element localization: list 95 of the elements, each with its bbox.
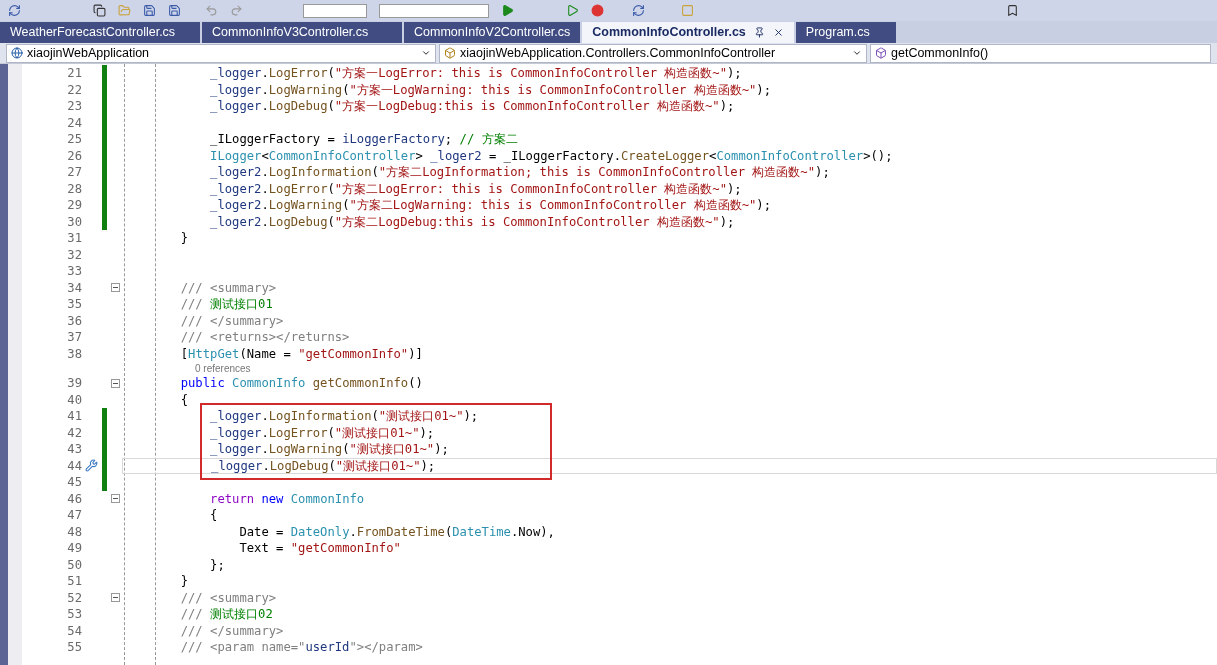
line-number: 55 bbox=[66, 639, 82, 656]
line-number: 51 bbox=[66, 573, 82, 590]
code-line: _loger2.LogError("方案二LogError: this is CommonInfoController 构造函数~"); bbox=[209, 180, 742, 197]
code-line: _ILoggerFactory = iLoggerFactory; // 方案二 bbox=[209, 131, 518, 148]
save-icon[interactable] bbox=[143, 4, 156, 17]
line-number: 27 bbox=[66, 164, 82, 181]
line-number: 35 bbox=[66, 296, 82, 313]
configuration-dropdown[interactable] bbox=[303, 3, 367, 18]
line-number: 22 bbox=[66, 81, 82, 98]
document-tab[interactable]: CommonInfoController.cs bbox=[582, 22, 794, 43]
platform-dropdown[interactable] bbox=[379, 3, 489, 18]
code-line: }; bbox=[209, 556, 225, 573]
code-line: Text = "getCommonInfo" bbox=[238, 540, 401, 557]
line-number: 52 bbox=[66, 589, 82, 606]
line-number: 38 bbox=[66, 345, 82, 362]
collapse-icon[interactable] bbox=[110, 378, 120, 388]
code-line: /// </summary> bbox=[179, 622, 284, 639]
code-line: _logger.LogDebug("测试接口01~"); bbox=[210, 457, 436, 474]
code-line: /// <summary> bbox=[179, 279, 277, 296]
line-number: 30 bbox=[66, 213, 82, 230]
bookmark-icon[interactable] bbox=[1006, 4, 1019, 17]
code-line: _logger.LogInformation("测试接口01~"); bbox=[209, 408, 479, 425]
code-line: _loger2.LogWarning("方案二LogWarning: this is CommonInfoController 构造函数~"); bbox=[209, 197, 772, 214]
code-line: _loger2.LogDebug("方案二LogDebug:this is CommonInfoController 构造函数~"); bbox=[209, 213, 735, 230]
line-number: 24 bbox=[66, 114, 82, 131]
globe-icon bbox=[11, 47, 23, 59]
code-line: _logger.LogWarning("方案一LogWarning: this is CommonInfoController 构造函数~"); bbox=[209, 81, 772, 98]
run-icon[interactable] bbox=[566, 4, 579, 17]
code-line: ILogger<CommonInfoController> _loger2 = _ILoggerFactory.CreateLogger<CommonInfoController>(); bbox=[209, 147, 893, 164]
line-number: 47 bbox=[66, 507, 82, 524]
code-line: return new CommonInfo bbox=[209, 490, 365, 507]
code-line: /// 测试接口01 bbox=[179, 296, 273, 313]
code-line: /// <returns></returns> bbox=[179, 329, 350, 346]
line-number: 36 bbox=[66, 312, 82, 329]
line-number: 45 bbox=[66, 474, 82, 491]
document-tab[interactable]: WeatherForecastController.cs bbox=[0, 22, 200, 43]
pin-icon[interactable] bbox=[753, 27, 765, 38]
line-number: 21 bbox=[66, 65, 82, 82]
code-line: _logger.LogError("测试接口01~"); bbox=[209, 424, 435, 441]
line-number: 54 bbox=[66, 622, 82, 639]
code-line: } bbox=[179, 573, 189, 590]
code-line: _loger2.LogInformation("方案二LogInformation; this is CommonInfoController 构造函数~"); bbox=[209, 164, 830, 181]
code-line: _logger.LogWarning("测试接口01~"); bbox=[209, 441, 449, 458]
play-icon[interactable] bbox=[501, 4, 514, 17]
code-line: _logger.LogDebug("方案一LogDebug:this is CommonInfoController 构造函数~"); bbox=[209, 98, 735, 115]
line-number: 25 bbox=[66, 131, 82, 148]
line-number: 37 bbox=[66, 329, 82, 346]
line-number: 23 bbox=[66, 98, 82, 115]
document-tab[interactable]: CommonInfoV2Controller.cs bbox=[404, 22, 581, 43]
stop-icon[interactable] bbox=[591, 4, 604, 17]
project-dropdown[interactable]: xiaojinWebApplication bbox=[6, 43, 436, 63]
code-line: { bbox=[209, 507, 218, 524]
method-icon bbox=[875, 47, 887, 59]
line-number: 41 bbox=[66, 408, 82, 425]
code-line: /// <summary> bbox=[179, 589, 277, 606]
code-line: /// 测试接口02 bbox=[179, 606, 273, 623]
line-number: 44 bbox=[66, 457, 82, 474]
code-line: _logger.LogError("方案一LogError: this is CommonInfoController 构造函数~"); bbox=[209, 65, 742, 82]
line-number: 39 bbox=[66, 375, 82, 392]
line-number: 48 bbox=[66, 523, 82, 540]
restart-icon[interactable] bbox=[632, 4, 645, 17]
collapse-icon[interactable] bbox=[110, 593, 120, 603]
close-icon[interactable] bbox=[772, 27, 784, 38]
line-number: 34 bbox=[66, 279, 82, 296]
refresh-icon[interactable] bbox=[8, 4, 21, 17]
document-tab[interactable]: Program.cs bbox=[795, 22, 896, 43]
code-line: /// <param name="userId"></param> bbox=[179, 639, 423, 656]
copy-icon[interactable] bbox=[93, 4, 106, 17]
code-line: { bbox=[179, 391, 189, 408]
code-line: [HttpGet(Name = "getCommonInfo")] bbox=[179, 345, 423, 362]
type-dropdown[interactable]: xiaojinWebApplication.Controllers.CommonInfoController bbox=[439, 43, 867, 63]
line-number: 43 bbox=[66, 441, 82, 458]
codelens-text[interactable]: 0 references bbox=[136, 362, 251, 375]
line-number: 40 bbox=[66, 391, 82, 408]
member-dropdown[interactable]: getCommonInfo() bbox=[870, 43, 1211, 63]
code-line: public CommonInfo getCommonInfo() bbox=[179, 375, 423, 392]
class-icon bbox=[444, 47, 456, 59]
line-number: 42 bbox=[66, 424, 82, 441]
line-number: 32 bbox=[66, 246, 82, 263]
line-number: 26 bbox=[66, 147, 82, 164]
line-number: 31 bbox=[66, 230, 82, 247]
line-number: 29 bbox=[66, 197, 82, 214]
document-tab[interactable]: CommonInfoV3Controller.cs bbox=[202, 22, 402, 43]
collapse-icon[interactable] bbox=[110, 494, 120, 504]
line-number: 50 bbox=[66, 556, 82, 573]
collapse-icon[interactable] bbox=[110, 283, 120, 293]
code-line: /// </summary> bbox=[179, 312, 284, 329]
line-number: 33 bbox=[66, 263, 82, 280]
line-number: 46 bbox=[66, 490, 82, 507]
code-line: Date = DateOnly.FromDateTime(DateTime.Now), bbox=[238, 523, 555, 540]
line-number: 28 bbox=[66, 180, 82, 197]
save-all-icon[interactable] bbox=[168, 4, 181, 17]
line-number: 53 bbox=[66, 606, 82, 623]
code-line: } bbox=[179, 230, 189, 247]
line-number: 49 bbox=[66, 540, 82, 557]
